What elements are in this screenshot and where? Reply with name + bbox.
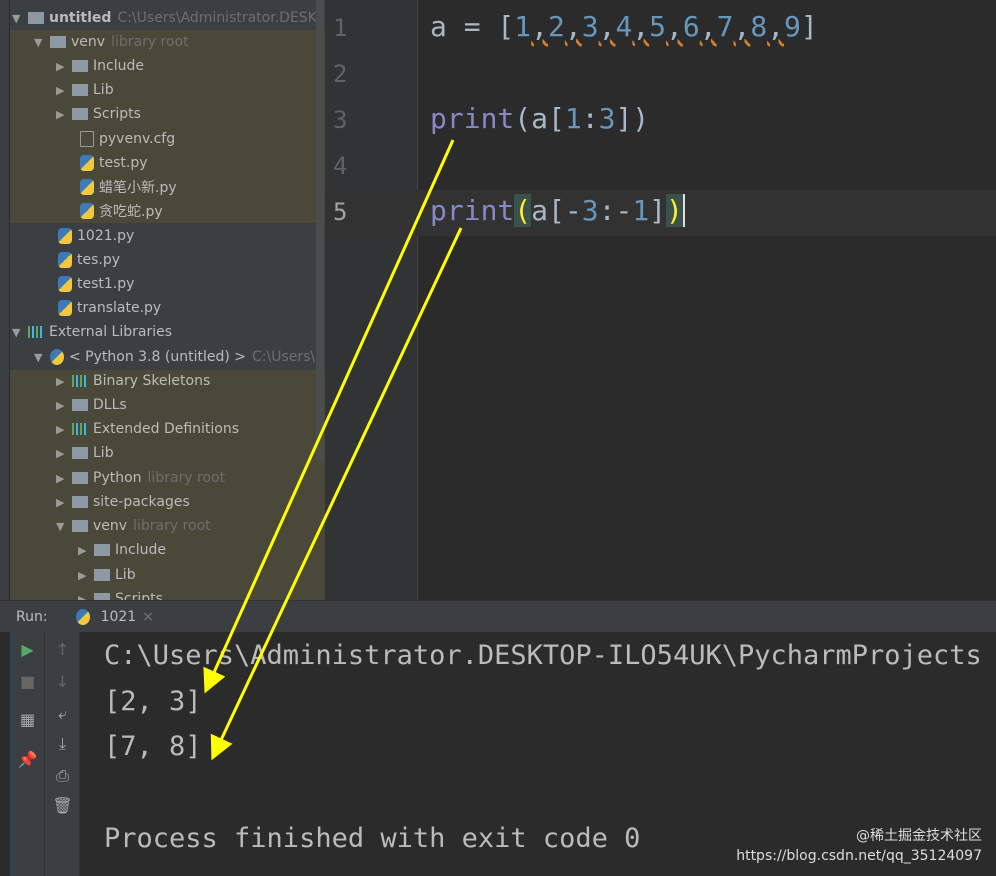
- watermark: @稀土掘金技术社区 https://blog.csdn.net/qq_35124…: [736, 826, 982, 866]
- arrow-line-5: [210, 227, 463, 761]
- annotation-arrows: [203, 139, 463, 761]
- watermark-line: @稀土掘金技术社区: [856, 828, 982, 844]
- watermark-line: https://blog.csdn.net/qq_35124097: [736, 848, 982, 864]
- arrow-line-3: [203, 139, 455, 694]
